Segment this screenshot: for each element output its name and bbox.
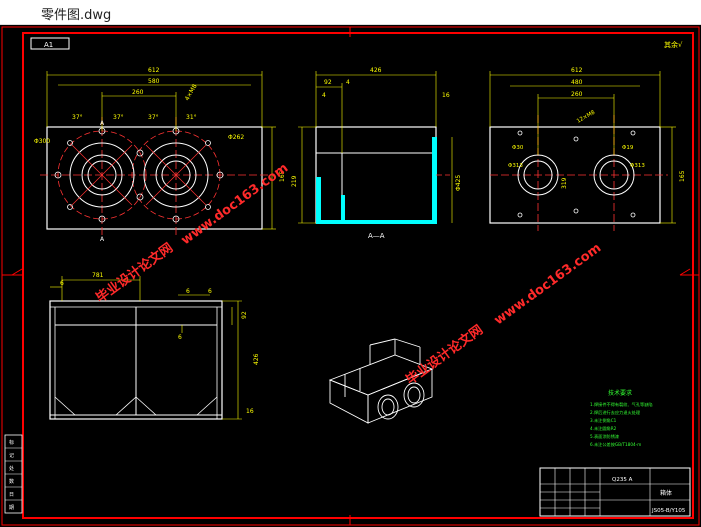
tech-note-line: 5.表面涂防锈漆	[590, 433, 619, 440]
front-dim-angle-4: 31°	[186, 114, 197, 121]
side-centerlines	[537, 115, 615, 231]
front-dim-angle-2: 37°	[113, 114, 124, 121]
side-dim-center: 260	[571, 91, 583, 98]
side-view: 612 480 260 165 319 Φ313 Φ313 Φ30 Φ19 12…	[489, 67, 686, 231]
side-dim-bore-r: Φ313	[630, 163, 645, 169]
side-dim-inner: 480	[571, 79, 583, 86]
section-fill-mid	[341, 195, 345, 223]
bottom-dim-height: 426	[253, 353, 260, 365]
title-part-name: 箱体	[660, 489, 672, 497]
left-strip-cell: 日	[9, 492, 14, 498]
watermark-name: 毕业设计论文网	[93, 240, 176, 306]
tech-note-line: 3.未注倒角C1	[590, 417, 617, 424]
section-fill-right	[432, 137, 437, 223]
title-material: Q235 A	[612, 477, 633, 483]
frame-ticks	[2, 27, 699, 525]
section-dim-width: 426	[370, 67, 382, 74]
cad-canvas[interactable]: A1 其余√ 612 580 260 165 Φ300 Φ262 37° 37°…	[0, 25, 701, 527]
section-outline	[315, 126, 437, 224]
tech-notes-title: 技术要求	[608, 389, 632, 397]
bottom-dim-d5: 6	[178, 334, 182, 341]
watermark-site: www.doc163.com	[179, 161, 292, 249]
tech-note-line: 4.未注圆角R2	[590, 425, 617, 432]
front-dim-hole-spec: 4×M8	[184, 83, 199, 102]
left-strip-cell: 标	[9, 439, 14, 446]
bottom-dim-width: 781	[92, 272, 104, 279]
left-strip-cell: 期	[9, 505, 14, 511]
drawing-sheet: A1 其余√ 612 580 260 165 Φ300 Φ262 37° 37°…	[1, 26, 700, 526]
tech-note-line: 2.焊后进行去应力退火处理	[590, 409, 641, 416]
file-name: 零件图.dwg	[41, 8, 112, 23]
section-view: 426 92 4 4 16 219 Φ425 A—A	[291, 67, 462, 240]
bottom-dim-d2: 6	[186, 288, 190, 295]
bottom-dim-d4: 92	[241, 311, 248, 319]
front-dim-left-bore: Φ300	[34, 138, 50, 145]
tech-notes: 技术要求 1.焊接件不得有裂纹、气孔等缺陷 2.焊后进行去应力退火处理 3.未注…	[590, 389, 653, 448]
front-dim-angle-3: 37°	[148, 114, 159, 121]
file-tab[interactable]: 零件图.dwg	[0, 0, 701, 25]
left-strip-cell: 处	[9, 465, 14, 472]
outer-border	[1, 26, 700, 526]
front-dim-center: 260	[132, 89, 144, 96]
tech-note-line: 1.焊接件不得有裂纹、气孔等缺陷	[590, 401, 653, 408]
roughness-mark: 其余√	[664, 40, 683, 49]
bottom-dimensions	[50, 276, 242, 420]
zone-label: A1	[44, 41, 53, 49]
tech-note-line: 6.未注公差按GB/T1804-m	[590, 441, 641, 448]
section-label: A—A	[368, 232, 385, 240]
front-dim-total: 612	[148, 67, 160, 74]
watermark-site: www.doc163.com	[492, 241, 605, 329]
side-dim-height: 165	[679, 170, 686, 182]
watermark-name: 毕业设计论文网	[403, 322, 486, 388]
left-strip-cell: 记	[9, 452, 14, 459]
side-dim-hole-spec: 12×M8	[576, 109, 597, 124]
section-dim-d4: 16	[442, 92, 450, 99]
section-dim-bore: Φ425	[455, 175, 462, 191]
section-fill-left	[316, 177, 321, 223]
side-dim-side-h: 319	[561, 177, 568, 189]
section-dim-d2: 4	[346, 79, 350, 86]
front-dim-right-bore: Φ262	[228, 134, 244, 141]
front-dim-inner: 580	[148, 78, 160, 85]
side-dim-bore-l: Φ313	[508, 163, 523, 169]
left-strip-cell: 数	[9, 478, 14, 485]
bottom-dim-base: 16	[246, 408, 254, 415]
front-dim-angle-1: 37°	[72, 114, 83, 121]
side-bolt-holes	[517, 130, 636, 218]
bottom-dim-d3: 6	[208, 288, 212, 295]
section-dim-height: 219	[291, 175, 298, 187]
bottom-view: 781 6 6 6 92 6 426 16	[49, 272, 260, 420]
section-fill-bottom	[316, 220, 437, 224]
title-block: Q235 A 箱体 JS05-B/Y105	[539, 467, 691, 517]
side-dim-pcd-r: Φ19	[622, 145, 634, 151]
front-view: 612 580 260 165 Φ300 Φ262 37° 37° 37° 31…	[34, 67, 286, 243]
side-dim-pcd-l: Φ30	[512, 145, 524, 151]
title-drawing-no: JS05-B/Y105	[651, 508, 686, 514]
bottom-dim-d1: 6	[60, 280, 64, 287]
front-section-mark-top: A	[100, 120, 105, 127]
front-section-mark-bottom: A	[100, 236, 105, 243]
left-strip-table: 标 记 处 数 日 期	[4, 434, 23, 514]
side-dim-total: 612	[571, 67, 583, 74]
section-dim-d3: 4	[322, 92, 326, 99]
section-dim-d1: 92	[324, 79, 332, 86]
watermarks: www.doc163.com 毕业设计论文网 www.doc163.com 毕业…	[93, 161, 604, 389]
